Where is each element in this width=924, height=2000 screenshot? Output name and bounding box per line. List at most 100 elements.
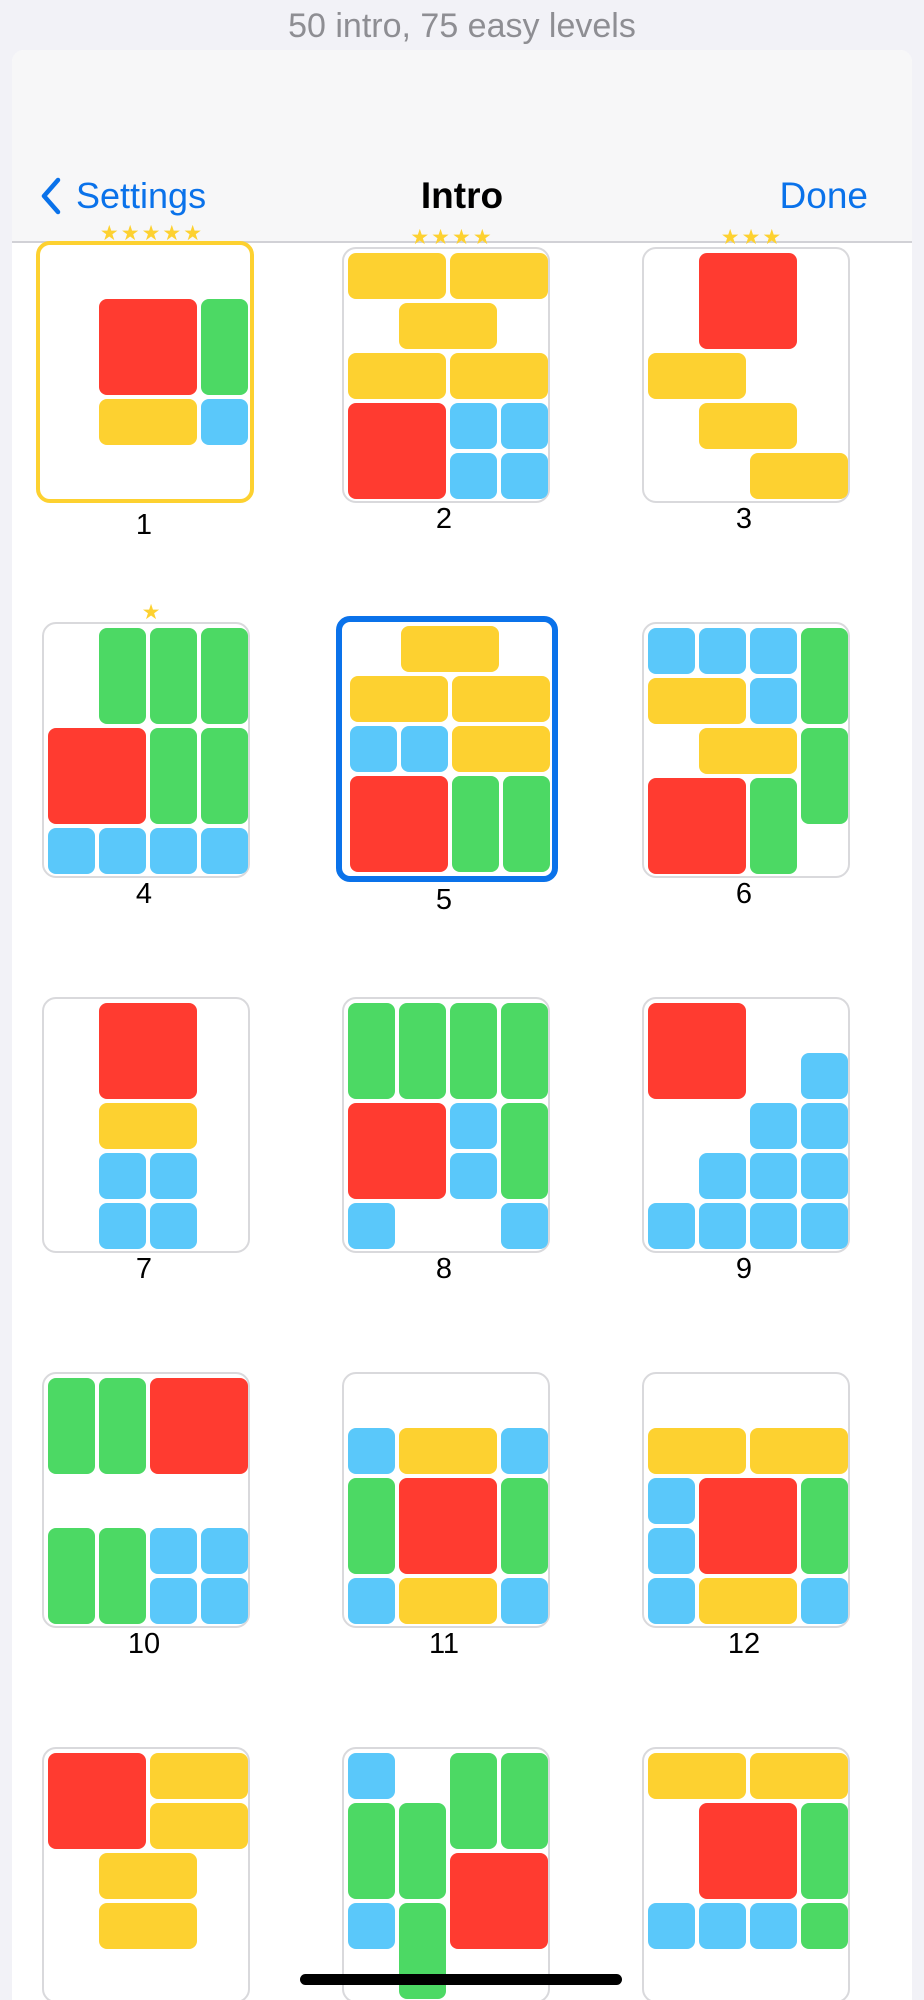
- level-stars: [42, 1727, 262, 1749]
- level-cell[interactable]: [342, 1743, 562, 2000]
- block-blue: [501, 403, 548, 449]
- block-blue: [648, 628, 695, 674]
- level-number: 7: [135, 1253, 153, 1285]
- block-blue: [48, 828, 95, 874]
- block-green: [801, 1478, 848, 1574]
- level-cell[interactable]: 9: [642, 993, 862, 1293]
- block-green: [48, 1528, 95, 1624]
- block-green: [801, 1903, 848, 1949]
- block-green: [399, 1803, 446, 1899]
- block-blue: [501, 1428, 548, 1474]
- level-cell[interactable]: 7: [42, 993, 262, 1293]
- level-stars: ★★★★: [410, 226, 494, 249]
- block-yellow: [750, 1753, 848, 1799]
- block-yellow: [699, 728, 797, 774]
- block-yellow: [348, 353, 446, 399]
- block-yellow: [399, 1428, 497, 1474]
- level-thumbnail: [42, 622, 250, 878]
- block-yellow: [99, 399, 197, 445]
- block-blue: [750, 1203, 797, 1249]
- block-green: [501, 1003, 548, 1099]
- block-blue: [99, 1203, 146, 1249]
- block-green: [201, 728, 248, 824]
- block-red: [99, 1003, 197, 1099]
- block-blue: [501, 1578, 548, 1624]
- block-blue: [348, 1578, 395, 1624]
- level-stars: [342, 1352, 562, 1374]
- block-blue: [150, 1153, 197, 1199]
- block-blue: [201, 399, 248, 445]
- level-cell[interactable]: ★★★★ 2: [342, 227, 562, 543]
- block-blue: [801, 1053, 848, 1099]
- block-blue: [801, 1153, 848, 1199]
- block-green: [501, 1478, 548, 1574]
- block-blue: [699, 1903, 746, 1949]
- block-blue: [750, 1103, 797, 1149]
- block-yellow: [450, 253, 548, 299]
- block-green: [452, 776, 499, 872]
- block-blue: [750, 628, 797, 674]
- block-blue: [501, 453, 548, 499]
- block-green: [750, 778, 797, 874]
- block-green: [99, 628, 146, 724]
- level-number: 5: [435, 884, 453, 916]
- level-cell[interactable]: 10: [42, 1368, 262, 1668]
- level-thumbnail: [36, 241, 254, 503]
- block-yellow: [648, 1753, 746, 1799]
- level-number: 4: [135, 878, 153, 910]
- level-cell[interactable]: 6: [642, 618, 862, 918]
- level-thumbnail: [336, 616, 558, 882]
- level-cell[interactable]: 11: [342, 1368, 562, 1668]
- level-thumbnail: [42, 997, 250, 1253]
- level-cell[interactable]: [42, 1743, 262, 2000]
- block-red: [699, 1478, 797, 1574]
- level-thumbnail: [342, 1372, 550, 1628]
- block-green: [201, 628, 248, 724]
- level-cell[interactable]: ★ 4: [42, 602, 262, 918]
- level-number: 2: [435, 503, 453, 535]
- block-blue: [201, 828, 248, 874]
- level-thumbnail: [642, 622, 850, 878]
- block-blue: [150, 828, 197, 874]
- level-cell[interactable]: ★★★ 3: [642, 227, 862, 543]
- block-red: [699, 1803, 797, 1899]
- block-yellow: [348, 253, 446, 299]
- done-button[interactable]: Done: [780, 168, 868, 224]
- level-thumbnail: [342, 247, 550, 503]
- block-red: [150, 1378, 248, 1474]
- block-green: [801, 628, 848, 724]
- block-blue: [450, 403, 497, 449]
- block-blue: [699, 1203, 746, 1249]
- block-blue: [699, 628, 746, 674]
- block-red: [699, 253, 797, 349]
- level-cell[interactable]: ★★★★★ 1: [36, 223, 262, 543]
- block-green: [503, 776, 550, 872]
- navigation-bar: Settings Intro Done: [12, 50, 912, 243]
- block-yellow: [150, 1753, 248, 1799]
- level-stars: [42, 1352, 262, 1374]
- level-cell[interactable]: 12: [642, 1368, 862, 1668]
- block-red: [399, 1478, 497, 1574]
- level-cell[interactable]: 5: [336, 616, 562, 918]
- block-blue: [401, 726, 448, 772]
- block-yellow: [452, 676, 550, 722]
- block-blue: [150, 1203, 197, 1249]
- block-blue: [648, 1203, 695, 1249]
- block-yellow: [648, 678, 746, 724]
- level-cell[interactable]: [642, 1743, 862, 2000]
- level-stars: [342, 1727, 562, 1749]
- level-number: 3: [735, 503, 753, 535]
- level-number: 10: [127, 1628, 161, 1660]
- level-number: 8: [435, 1253, 453, 1285]
- block-blue: [750, 1903, 797, 1949]
- block-yellow: [99, 1853, 197, 1899]
- block-blue: [750, 678, 797, 724]
- block-green: [201, 299, 248, 395]
- block-blue: [648, 1528, 695, 1574]
- level-thumbnail: [342, 997, 550, 1253]
- level-cell[interactable]: 8: [342, 993, 562, 1293]
- block-blue: [648, 1478, 695, 1524]
- block-yellow: [401, 626, 499, 672]
- block-blue: [750, 1153, 797, 1199]
- level-stars: [642, 1352, 862, 1374]
